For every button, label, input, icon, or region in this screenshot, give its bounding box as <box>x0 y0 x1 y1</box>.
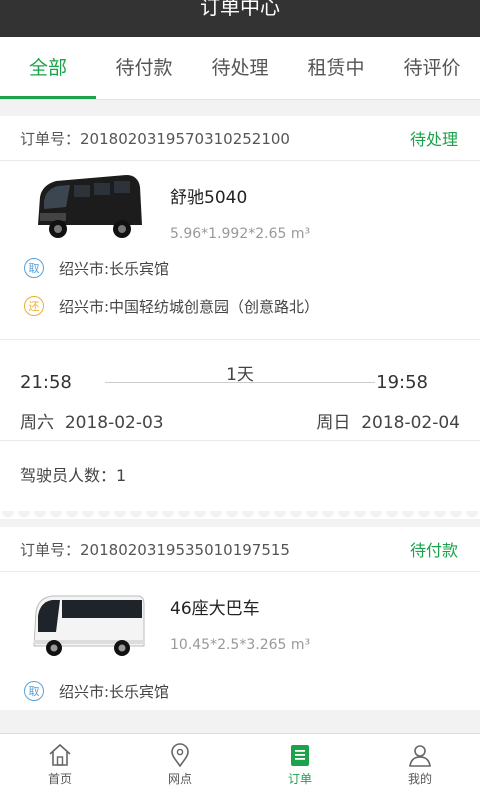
card-separator <box>0 511 480 527</box>
nav-profile-label: 我的 <box>407 772 432 786</box>
order-number-value: 20180203195350101975​15 <box>80 540 290 559</box>
tab-all[interactable]: 全部 <box>0 37 96 99</box>
tab-pending-processing[interactable]: 待处理 <box>192 37 288 99</box>
start-date-value: 2018-02-03 <box>64 413 164 433</box>
order-tabs: 全部 待付款 待处理 租赁中 待评价 <box>0 37 480 100</box>
app-header: 订单中心 <box>0 0 480 37</box>
section-gap <box>0 100 480 116</box>
bottom-navigation: 首页 网点 订单 我的 <box>0 733 480 801</box>
vehicle-dimensions: 10.45*2.5*3.265 m³ <box>170 637 311 653</box>
driver-count: 驾驶员人数：1 <box>0 440 480 511</box>
nav-orders[interactable]: 订单 <box>240 734 360 801</box>
order-header: 订单号：20180203195350101975​15 待付款 <box>0 527 480 572</box>
start-date: 周六 2018-02-03 <box>20 408 164 433</box>
return-address: 绍兴市:中国轻纺城创意园（创意路北） <box>59 297 320 316</box>
driver-count-value: 1 <box>116 466 127 485</box>
order-number-label: 订单号： <box>20 129 81 148</box>
vehicle-dimensions: 5.96*1.992*2.65 m³ <box>170 226 311 242</box>
order-number: 订单号：20180203195703102521​00 <box>20 128 290 149</box>
order-status: 待处理 <box>409 130 458 149</box>
tab-renting[interactable]: 租赁中 <box>288 37 384 99</box>
end-time: 19:58 <box>376 372 428 393</box>
end-date-value: 2018-02-04 <box>361 413 460 433</box>
end-weekday: 周日 <box>316 413 351 433</box>
order-header: 订单号：20180203195703102521​00 待处理 <box>0 116 480 161</box>
nav-home[interactable]: 首页 <box>0 734 120 801</box>
duration-line <box>105 382 375 383</box>
end-date: 周日 2018-02-04 <box>316 408 460 433</box>
pickup-location: 取 绍兴市:长乐宾馆 <box>0 672 480 710</box>
order-number-value: 20180203195703102521​00 <box>80 129 290 148</box>
page-title: 订单中心 <box>200 0 280 19</box>
nav-outlets-label: 网点 <box>167 772 192 786</box>
user-icon <box>409 745 431 767</box>
order-number: 订单号：20180203195350101975​15 <box>20 539 290 560</box>
order-list-icon <box>291 745 309 766</box>
start-weekday: 周六 <box>20 413 54 433</box>
nav-profile[interactable]: 我的 <box>360 734 480 801</box>
order-card[interactable]: 订单号：20180203195703102521​00 待处理 舒驰5040 5… <box>0 116 480 511</box>
rental-schedule: 21:58 1天 19:58 周六 2018-02-03 周日 2018-02-… <box>0 339 480 440</box>
order-number-label: 订单号： <box>20 540 81 559</box>
pickup-icon: 取 <box>24 681 44 701</box>
pickup-location: 取 绍兴市:长乐宾馆 <box>0 249 480 287</box>
home-icon <box>49 743 71 766</box>
vehicle-name: 舒驰5040 <box>170 188 248 208</box>
nav-orders-label: 订单 <box>287 772 312 786</box>
order-status: 待付款 <box>409 541 458 560</box>
driver-count-label: 驾驶员人数： <box>20 466 117 485</box>
vehicle-info[interactable]: 舒驰5040 5.96*1.992*2.65 m³ <box>0 161 480 249</box>
van-image <box>38 175 142 238</box>
nav-outlets[interactable]: 网点 <box>120 734 240 801</box>
vehicle-name: 46座大巴车 <box>170 599 260 619</box>
location-pin-icon <box>171 743 189 768</box>
tab-pending-payment[interactable]: 待付款 <box>96 37 192 99</box>
pickup-address: 绍兴市:长乐宾馆 <box>59 259 170 278</box>
bus-image <box>33 595 145 656</box>
pickup-address: 绍兴市:长乐宾馆 <box>59 682 170 701</box>
order-list[interactable]: 订单号：20180203195703102521​00 待处理 舒驰5040 5… <box>0 100 480 733</box>
order-card[interactable]: 订单号：20180203195350101975​15 待付款 46座大巴车 1… <box>0 527 480 710</box>
pickup-icon: 取 <box>24 258 44 278</box>
return-icon: 还 <box>24 296 44 316</box>
vehicle-info[interactable]: 46座大巴车 10.45*2.5*3.265 m³ <box>0 572 480 672</box>
nav-home-label: 首页 <box>47 772 72 786</box>
tab-pending-review[interactable]: 待评价 <box>384 37 480 99</box>
return-location: 还 绍兴市:中国轻纺城创意园（创意路北） <box>0 287 480 325</box>
